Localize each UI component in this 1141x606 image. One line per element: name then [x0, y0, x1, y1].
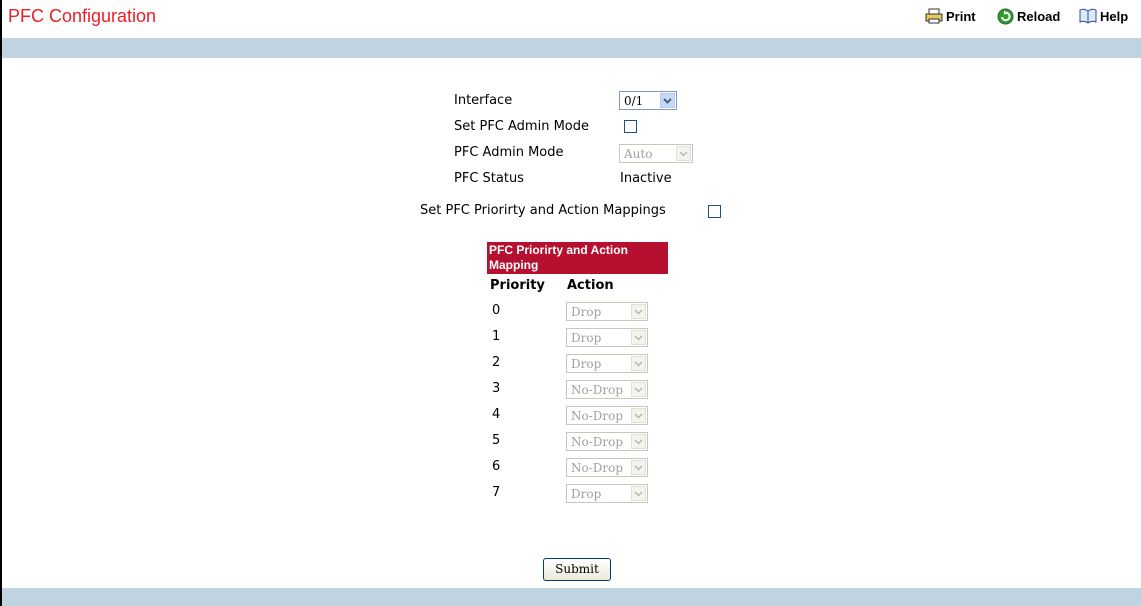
priority-value: 5	[492, 433, 501, 448]
top-band	[2, 38, 1141, 58]
chevron-down-icon	[631, 486, 646, 501]
action-select[interactable]: Drop	[566, 328, 648, 347]
action-select[interactable]: No-Drop	[566, 458, 648, 477]
action-column-header: Action	[567, 278, 614, 293]
set-admin-mode-label: Set PFC Admin Mode	[454, 119, 589, 134]
page-header: PFC Configuration Print Reload Help	[2, 0, 1141, 38]
action-value: Drop	[571, 305, 602, 319]
action-select[interactable]: Drop	[566, 302, 648, 321]
chevron-down-icon	[631, 408, 646, 423]
toolbar: Print Reload Help	[2, 8, 1141, 30]
admin-mode-value: Auto	[624, 147, 653, 161]
reload-button[interactable]: Reload	[997, 8, 1060, 25]
action-select[interactable]: No-Drop	[566, 380, 648, 399]
chevron-down-icon	[660, 93, 675, 108]
printer-icon	[925, 8, 943, 24]
chevron-down-icon	[631, 382, 646, 397]
set-mappings-checkbox[interactable]	[708, 205, 721, 218]
interface-select[interactable]: 0/1	[619, 91, 677, 110]
priority-column-header: Priority	[490, 278, 545, 293]
chevron-down-icon	[631, 460, 646, 475]
help-button[interactable]: Help	[1079, 8, 1128, 24]
print-label: Print	[946, 8, 976, 24]
mapping-header: PFC Priorirty and Action Mapping	[487, 242, 668, 274]
admin-mode-label: PFC Admin Mode	[454, 145, 564, 160]
reload-label: Reload	[1017, 9, 1061, 24]
priority-value: 0	[492, 303, 501, 318]
action-select[interactable]: No-Drop	[566, 432, 648, 451]
chevron-down-icon	[676, 146, 691, 161]
action-value: Drop	[571, 331, 602, 345]
action-value: Drop	[571, 357, 602, 371]
priority-value: 1	[492, 329, 501, 344]
priority-value: 6	[492, 459, 501, 474]
action-value: No-Drop	[571, 435, 624, 449]
interface-value: 0/1	[624, 94, 644, 108]
help-label: Help	[1100, 8, 1129, 24]
action-value: No-Drop	[571, 461, 624, 475]
action-select[interactable]: Drop	[566, 354, 648, 373]
action-value: No-Drop	[571, 409, 624, 423]
status-value: Inactive	[620, 171, 672, 186]
priority-value: 2	[492, 355, 501, 370]
set-admin-mode-checkbox[interactable]	[624, 120, 637, 133]
admin-mode-select[interactable]: Auto	[619, 144, 693, 163]
left-frame-border	[0, 0, 2, 606]
action-value: No-Drop	[571, 383, 624, 397]
book-icon	[1079, 8, 1097, 24]
priority-value: 4	[492, 407, 501, 422]
action-select[interactable]: Drop	[566, 484, 648, 503]
priority-value: 3	[492, 381, 501, 396]
chevron-down-icon	[631, 330, 646, 345]
chevron-down-icon	[631, 356, 646, 371]
print-button[interactable]: Print	[925, 8, 976, 24]
status-label: PFC Status	[454, 171, 524, 186]
chevron-down-icon	[631, 434, 646, 449]
set-mappings-label: Set PFC Priorirty and Action Mappings	[420, 203, 666, 218]
priority-value: 7	[492, 485, 501, 500]
chevron-down-icon	[631, 304, 646, 319]
action-select[interactable]: No-Drop	[566, 406, 648, 425]
interface-label: Interface	[454, 93, 513, 108]
submit-button[interactable]: Submit	[543, 558, 611, 581]
reload-icon	[997, 8, 1014, 25]
bottom-band	[2, 588, 1141, 606]
action-value: Drop	[571, 487, 602, 501]
